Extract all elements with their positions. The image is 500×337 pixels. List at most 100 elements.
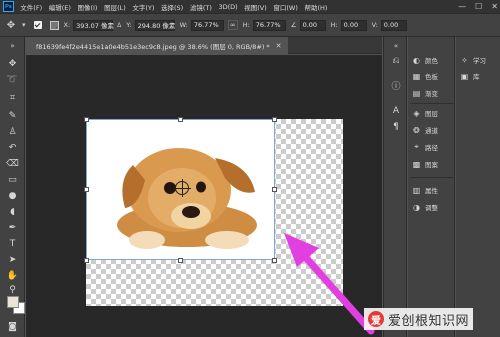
eraser-tool-icon[interactable]: ⌫: [3, 158, 22, 170]
lightbulb-icon: ✧: [461, 55, 468, 65]
libraries-icon: ▣: [460, 71, 469, 81]
stamp-tool-icon[interactable]: ♙: [3, 126, 22, 138]
foreground-color-swatch[interactable]: [7, 296, 19, 308]
panel-channels[interactable]: ❂ 通道: [411, 124, 438, 136]
link-icon[interactable]: ∞: [227, 20, 238, 30]
panel-list-secondary: ✧ 学习 ▣ 库: [456, 37, 500, 337]
panel-libraries[interactable]: ▣ 库: [459, 70, 480, 82]
blur-tool-icon[interactable]: ●: [3, 190, 22, 202]
info-icon[interactable]: ⓘ: [390, 79, 402, 92]
crop-tool-icon[interactable]: ⌗: [3, 92, 22, 104]
pen-tool-icon[interactable]: ✒: [3, 222, 22, 234]
panel-gradients-label: 渐变: [425, 90, 438, 98]
panel-gradients[interactable]: ▤ 渐变: [411, 87, 438, 99]
h-skew-label: H:: [330, 21, 338, 29]
panel-layers[interactable]: ◈ 图层: [411, 107, 438, 119]
menu-filter[interactable]: 滤镜(T): [187, 2, 216, 12]
panel-channels-label: 通道: [425, 127, 438, 135]
annotation-arrow: [284, 233, 375, 335]
menu-view[interactable]: 视图(V): [241, 2, 270, 12]
channels-icon: ❂: [413, 125, 420, 135]
y-label: Y:: [126, 21, 132, 29]
panel-color-label: 颜色: [425, 57, 438, 65]
color-icon: ◐: [413, 55, 420, 65]
v-skew-label: V:: [371, 21, 378, 29]
panel-libraries-label: 库: [473, 73, 480, 81]
history-brush-icon[interactable]: ↶: [3, 142, 22, 154]
h-field[interactable]: 76.77%: [252, 19, 286, 31]
options-bar: ✥ ▾ X: 393.07 像素 Δ Y: 294.80 像素 W: 76.77…: [0, 13, 500, 37]
y-field[interactable]: 294.80 像素: [134, 19, 175, 31]
document-tab[interactable]: f81639fe4f2e4415e1a0e4b51e3ec9c8.jpeg @ …: [26, 37, 288, 54]
panel-adjustments[interactable]: ◑ 调整: [411, 201, 438, 213]
minimize-button[interactable]: —: [458, 2, 466, 11]
panel-list: ◐ 颜色 ▦ 色板 ▤ 渐变 ◈ 图层 ❂ 通道 ⌖ 路径 ▩ 图案 ▥ 属性 …: [408, 37, 455, 337]
menu-select[interactable]: 选择(S): [158, 2, 187, 12]
properties-icon: ▥: [412, 185, 421, 195]
menu-window[interactable]: 窗口(W): [270, 2, 301, 12]
panel-patterns[interactable]: ▩ 图案: [411, 158, 438, 170]
reference-point-checkbox[interactable]: [33, 21, 42, 29]
panel-swatches[interactable]: ▦ 色板: [411, 70, 438, 82]
dodge-tool-icon[interactable]: ◖: [3, 206, 22, 218]
path-selection-icon[interactable]: ➤: [3, 254, 22, 266]
paths-icon: ⌖: [414, 142, 419, 151]
menu-3d[interactable]: 3D(D): [215, 3, 241, 11]
angle-field[interactable]: 0.00: [299, 19, 326, 31]
watermark-logo: 爱: [368, 311, 384, 327]
close-button[interactable]: ✕: [491, 2, 498, 11]
watermark: 爱 爱创根知识网: [364, 308, 474, 330]
type-tool-icon[interactable]: T: [3, 238, 22, 250]
hand-tool-icon[interactable]: ✋: [3, 270, 22, 282]
zoom-tool-icon[interactable]: ⚲: [3, 284, 22, 296]
adjustments-icon: ◑: [413, 202, 420, 212]
paragraph-icon[interactable]: ¶: [390, 121, 402, 133]
menu-image[interactable]: 图像(I): [74, 2, 101, 12]
menu-help[interactable]: 帮助(H): [301, 2, 331, 12]
x-label: X:: [63, 21, 71, 29]
divider: [410, 177, 453, 178]
chevron-down-icon[interactable]: ▾: [22, 21, 26, 29]
maximize-button[interactable]: ☐: [475, 2, 482, 11]
v-skew-field[interactable]: 0.00: [380, 19, 407, 31]
menu-type[interactable]: 文字(Y): [129, 2, 158, 12]
move-tool-icon[interactable]: ✥: [3, 58, 22, 70]
collapse-icon[interactable]: »: [3, 40, 22, 52]
angle-icon: ∠: [290, 21, 297, 29]
reference-point-grid-icon[interactable]: [49, 20, 59, 30]
w-label: W:: [179, 21, 188, 29]
menu-layer[interactable]: 图层(L): [101, 2, 129, 12]
panel-learn[interactable]: ✧ 学习: [459, 54, 486, 66]
watermark-text: 爱创根知识网: [388, 313, 470, 329]
marquee-tool-icon[interactable]: [21, 58, 25, 70]
layers-icon: ◈: [413, 108, 420, 118]
w-field[interactable]: 76.77%: [190, 19, 224, 31]
gradients-icon: ▤: [412, 88, 421, 98]
document-tab-bar: f81639fe4f2e4415e1a0e4b51e3ec9c8.jpeg @ …: [26, 37, 382, 54]
patterns-icon: ▩: [412, 159, 421, 169]
canvas-area[interactable]: [26, 55, 382, 337]
gradient-tool-icon[interactable]: ▭: [3, 174, 22, 186]
lasso-tool-icon[interactable]: ➰: [3, 74, 22, 86]
panel-learn-label: 学习: [473, 57, 486, 65]
panel-color[interactable]: ◐ 颜色: [411, 54, 438, 66]
panel-patterns-label: 图案: [425, 161, 438, 169]
move-tool-preset-icon[interactable]: ✥: [4, 18, 18, 32]
history-icon[interactable]: ⎌: [390, 55, 402, 67]
quick-mask-icon[interactable]: ◙: [3, 321, 22, 333]
x-field[interactable]: 393.07 像素: [73, 19, 114, 31]
brush-tool-icon[interactable]: ✎: [3, 110, 22, 122]
character-icon[interactable]: A: [390, 105, 402, 117]
panel-paths-label: 路径: [425, 144, 438, 152]
panel-properties[interactable]: ▥ 属性: [411, 184, 438, 196]
panel-layers-label: 图层: [425, 110, 438, 118]
menu-file[interactable]: 文件(F): [17, 2, 45, 12]
panel-properties-label: 属性: [425, 187, 438, 195]
menu-edit[interactable]: 编辑(E): [45, 2, 74, 12]
h-skew-field[interactable]: 0.00: [340, 19, 367, 31]
panel-paths[interactable]: ⌖ 路径: [411, 141, 438, 153]
collapse-panels-icon[interactable]: «: [390, 40, 402, 52]
panel-icon-column: « ⎌ ⓘ A ¶: [383, 37, 407, 337]
close-tab-icon[interactable]: ✕: [276, 42, 282, 50]
delta-icon[interactable]: Δ: [117, 22, 121, 29]
